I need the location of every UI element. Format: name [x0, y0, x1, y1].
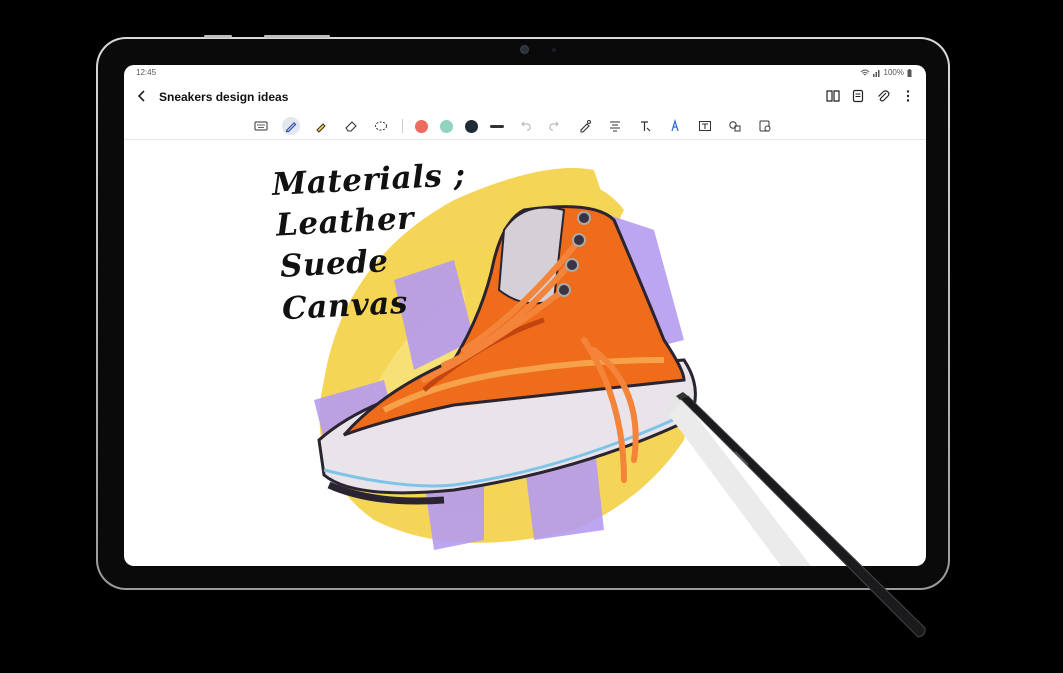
handwriting-icon — [671, 119, 679, 132]
color-swatch-navy[interactable] — [465, 119, 478, 133]
tool-list — [252, 117, 774, 135]
lasso-icon — [375, 121, 387, 131]
power-button — [264, 35, 330, 38]
title-bar: Sneakers design ideas — [124, 83, 926, 111]
toolbar-divider — [402, 119, 403, 133]
keyboard-icon — [254, 121, 268, 131]
handwriting-tool[interactable] — [666, 117, 684, 135]
pen-settings-icon — [580, 120, 591, 133]
chevron-left-icon[interactable] — [134, 88, 150, 104]
eraser-icon — [345, 121, 357, 132]
tablet-device: 12:45 100% Sneakers design ideas Materia… — [96, 35, 950, 590]
drawing-toolbar — [124, 113, 926, 140]
book-view-icon[interactable] — [825, 88, 841, 104]
undo-icon — [521, 121, 531, 131]
undo-button[interactable] — [516, 117, 534, 135]
color-swatch-mint[interactable] — [440, 119, 453, 133]
handwritten-line-3: Suede — [279, 243, 390, 285]
handwritten-line-4: Canvas — [281, 284, 409, 328]
shapes-icon — [729, 121, 741, 132]
note-title: Sneakers design ideas — [159, 90, 289, 104]
title-actions — [825, 88, 916, 104]
text-style-icon — [641, 121, 651, 132]
front-camera — [520, 45, 529, 54]
insert-icon — [759, 120, 771, 132]
light-sensor — [552, 48, 556, 52]
highlighter-icon — [316, 123, 326, 133]
redo-button[interactable] — [546, 117, 564, 135]
tablet-bezel: 12:45 100% Sneakers design ideas Materia… — [98, 39, 948, 588]
highlighter-tool[interactable] — [312, 117, 330, 135]
redo-icon — [549, 121, 559, 131]
signal-icon — [872, 69, 880, 77]
pen-tool[interactable] — [282, 117, 300, 135]
note-canvas[interactable]: Materials ; Leather Suede Canvas — [124, 140, 926, 566]
screen: 12:45 100% Sneakers design ideas Materia… — [124, 65, 926, 566]
text-align-tool[interactable] — [606, 117, 624, 135]
insert-tool[interactable] — [756, 117, 774, 135]
shapes-tool[interactable] — [726, 117, 744, 135]
status-right: 100% — [860, 68, 912, 77]
status-time: 12:45 — [136, 68, 157, 77]
text-style-tool[interactable] — [636, 117, 654, 135]
battery-icon — [907, 68, 912, 77]
pen-icon — [285, 122, 297, 133]
text-box-icon — [699, 121, 711, 131]
text-box-tool[interactable] — [696, 117, 714, 135]
keyboard-tool[interactable] — [252, 117, 270, 135]
battery-text: 100% — [883, 68, 904, 77]
color-swatch-red[interactable] — [415, 119, 428, 133]
paperclip-icon[interactable] — [875, 88, 891, 104]
lasso-tool[interactable] — [372, 117, 390, 135]
volume-button — [204, 35, 232, 38]
pen-settings-tool[interactable] — [576, 117, 594, 135]
wifi-icon — [860, 69, 869, 75]
sneaker-illustration — [314, 168, 811, 566]
text-align-icon — [610, 121, 620, 132]
handwritten-line-2: Leather — [275, 200, 415, 244]
line-thickness[interactable] — [490, 124, 504, 128]
status-bar: 12:45 100% — [124, 65, 926, 79]
more-icon[interactable] — [900, 88, 916, 104]
eraser-tool[interactable] — [342, 117, 360, 135]
page-icon[interactable] — [850, 88, 866, 104]
